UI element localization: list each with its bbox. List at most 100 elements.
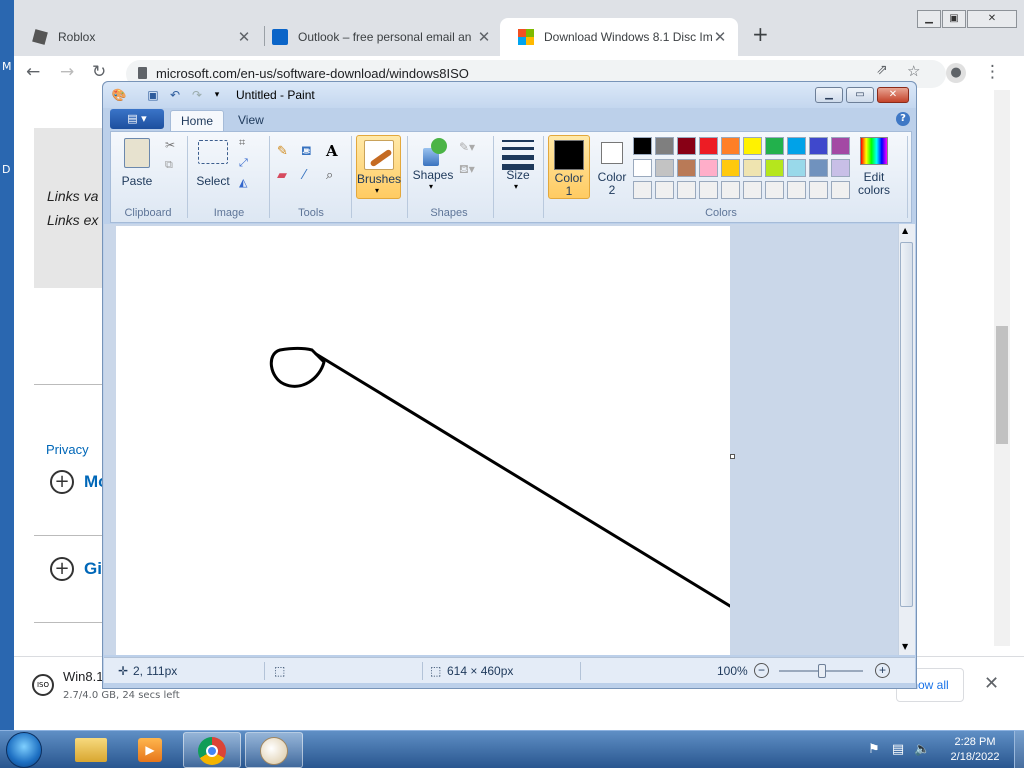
paint-title-bar[interactable]: 🎨 ▣ ↶ ↷ ▾ Untitled - Paint ▁ ▭ ✕ [103,82,916,108]
palette-swatch[interactable] [699,159,718,177]
fill-bucket-icon[interactable]: ⛾ [301,144,312,161]
size-button[interactable]: Size [499,168,537,182]
paste-icon[interactable] [124,138,150,168]
color2-swatch[interactable] [601,142,623,164]
edit-colors-label[interactable]: Edit [851,170,897,184]
outline-icon[interactable]: ✎▾ [459,140,475,154]
palette-swatch[interactable] [633,181,652,199]
paint-app-icon[interactable]: 🎨 [111,87,127,103]
brushes-button[interactable]: Brushes ▾ [356,135,401,199]
palette-swatch[interactable] [633,137,652,155]
page-scroll-thumb[interactable] [996,326,1008,444]
palette-swatch[interactable] [721,159,740,177]
edit-colors-label[interactable]: colors [851,183,897,197]
palette-swatch[interactable] [787,137,806,155]
zoom-slider-thumb[interactable] [818,664,826,678]
maximize-button[interactable]: ▣ [942,10,966,28]
edit-colors-icon[interactable] [860,137,888,165]
palette-swatch[interactable] [721,137,740,155]
expand-icon[interactable]: + [50,557,74,581]
expand-icon[interactable]: + [50,470,74,494]
palette-swatch[interactable] [831,181,850,199]
undo-icon[interactable]: ↶ [167,87,183,103]
shapes-icon[interactable] [417,138,449,168]
taskbar-media-player[interactable]: ▶ [122,732,180,768]
palette-swatch[interactable] [743,181,762,199]
profile-icon[interactable]: ● [946,63,966,83]
file-menu-button[interactable]: ▤ ▾ [110,109,164,129]
zoom-out-button[interactable]: − [754,663,769,678]
crop-icon[interactable]: ⌗ [239,136,245,150]
palette-swatch[interactable] [721,181,740,199]
select-icon[interactable] [198,140,228,164]
back-arrow-icon[interactable]: ← [26,62,40,82]
system-clock[interactable]: 2:28 PM 2/18/2022 [940,735,1010,765]
paste-button[interactable]: Paste [117,174,157,188]
scroll-up-icon[interactable]: ▲ [902,226,908,235]
resize-icon[interactable]: ⤢ [239,156,248,170]
palette-swatch[interactable] [677,181,696,199]
desktop-icon-label[interactable]: D [2,163,10,176]
palette-swatch[interactable] [765,159,784,177]
copy-icon[interactable]: ⧉ [165,158,173,172]
color1-button[interactable]: Color 1 [548,135,590,199]
palette-swatch[interactable] [655,159,674,177]
share-icon[interactable]: ⇗ [876,62,888,78]
drawing-canvas[interactable] [116,226,730,655]
palette-swatch[interactable] [809,181,828,199]
scroll-down-icon[interactable]: ▼ [902,642,908,651]
new-tab-button[interactable]: + [752,22,769,46]
save-icon[interactable]: ▣ [145,87,161,103]
redo-icon[interactable]: ↷ [189,87,205,103]
palette-swatch[interactable] [765,181,784,199]
customize-toolbar-icon[interactable]: ▾ [209,87,225,103]
taskbar-explorer[interactable] [62,732,120,768]
show-desktop-button[interactable] [1014,731,1024,768]
taskbar-chrome[interactable] [183,732,241,768]
color2-number[interactable]: 2 [591,183,633,197]
palette-swatch[interactable] [809,137,828,155]
eraser-icon[interactable]: ▰ [277,168,287,183]
close-icon[interactable]: ✕ [476,28,492,46]
tab-outlook[interactable]: Outlook – free personal email an ✕ [254,18,502,56]
volume-icon[interactable]: 🔈 [914,742,930,758]
forward-arrow-icon[interactable]: → [60,62,74,82]
reload-icon[interactable]: ↻ [92,62,106,82]
palette-swatch[interactable] [787,181,806,199]
palette-swatch[interactable] [743,137,762,155]
palette-swatch[interactable] [677,159,696,177]
palette-swatch[interactable] [699,137,718,155]
privacy-link[interactable]: Privacy [46,442,89,457]
palette-swatch[interactable] [787,159,806,177]
close-icon[interactable]: ✕ [236,28,252,46]
canvas-scroll-thumb[interactable] [900,242,913,607]
palette-swatch[interactable] [831,159,850,177]
minimize-button[interactable]: ▁ [917,10,941,28]
palette-swatch[interactable] [677,137,696,155]
desktop-icon-label[interactable]: M [2,60,12,73]
palette-swatch[interactable] [655,181,674,199]
color2-label[interactable]: Color [591,170,633,184]
close-button[interactable]: ✕ [877,87,909,103]
palette-swatch[interactable] [765,137,784,155]
rotate-icon[interactable]: ◭ [239,176,247,189]
cut-icon[interactable]: ✂ [165,138,175,152]
network-icon[interactable]: ▤ [890,742,906,758]
download-filename[interactable]: Win8.1 [63,669,103,684]
menu-dots-icon[interactable]: ⋮ [984,62,1001,82]
palette-swatch[interactable] [655,137,674,155]
pencil-icon[interactable]: ✎ [277,144,288,159]
select-button[interactable]: Select [193,174,233,188]
tab-view[interactable]: View [228,110,274,131]
close-download-bar-icon[interactable]: ✕ [984,673,999,694]
taskbar-paint[interactable] [245,732,303,768]
text-tool-icon[interactable]: A [326,142,338,160]
start-button[interactable] [6,732,42,768]
line-size-icon[interactable] [502,140,534,170]
tab-roblox[interactable]: Roblox ✕ [14,18,262,56]
color-picker-icon[interactable]: ⁄ [303,168,305,183]
minimize-button[interactable]: ▁ [815,87,843,103]
tab-home[interactable]: Home [170,110,225,131]
zoom-in-button[interactable]: + [875,663,890,678]
magnifier-icon[interactable]: ⌕ [326,168,333,183]
